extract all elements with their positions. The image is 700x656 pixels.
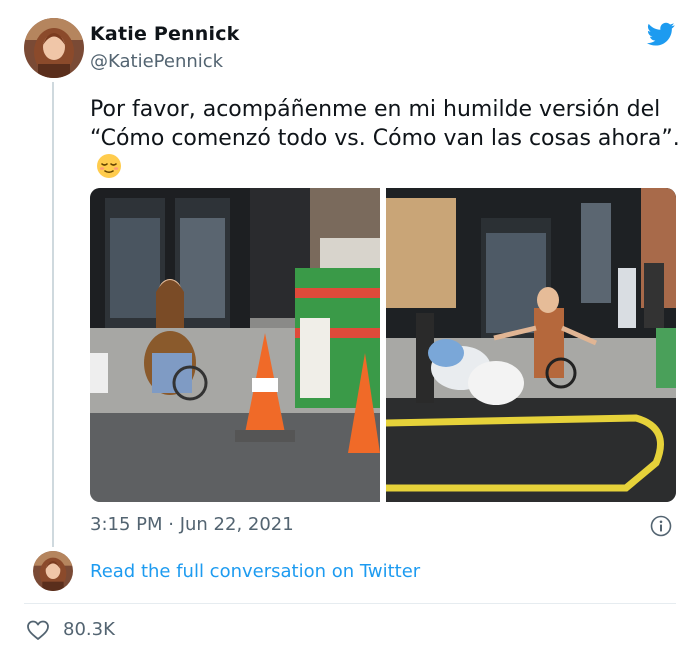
thread-connector-line bbox=[52, 82, 54, 547]
author-display-name[interactable]: Katie Pennick bbox=[90, 23, 240, 45]
divider bbox=[24, 603, 676, 604]
read-full-conversation-link[interactable]: Read the full conversation on Twitter bbox=[90, 561, 420, 582]
relieved-face-icon bbox=[96, 153, 122, 179]
heart-icon[interactable] bbox=[26, 619, 50, 641]
info-icon[interactable] bbox=[650, 515, 672, 537]
tweet-body: Por favor, acompáñenme en mi humilde ver… bbox=[90, 97, 680, 151]
like-count: 80.3K bbox=[63, 619, 115, 640]
tweet-timestamp[interactable]: 3:15 PM · Jun 22, 2021 bbox=[90, 514, 294, 535]
reply-avatar[interactable] bbox=[33, 551, 73, 591]
author-handle[interactable]: @KatiePennick bbox=[90, 51, 223, 72]
twitter-bird-icon[interactable] bbox=[645, 20, 677, 48]
tweet-photo-after[interactable] bbox=[386, 188, 676, 502]
author-avatar[interactable] bbox=[24, 18, 84, 78]
tweet-text: Por favor, acompáñenme en mi humilde ver… bbox=[90, 95, 680, 182]
tweet-photo-before[interactable] bbox=[90, 188, 380, 502]
